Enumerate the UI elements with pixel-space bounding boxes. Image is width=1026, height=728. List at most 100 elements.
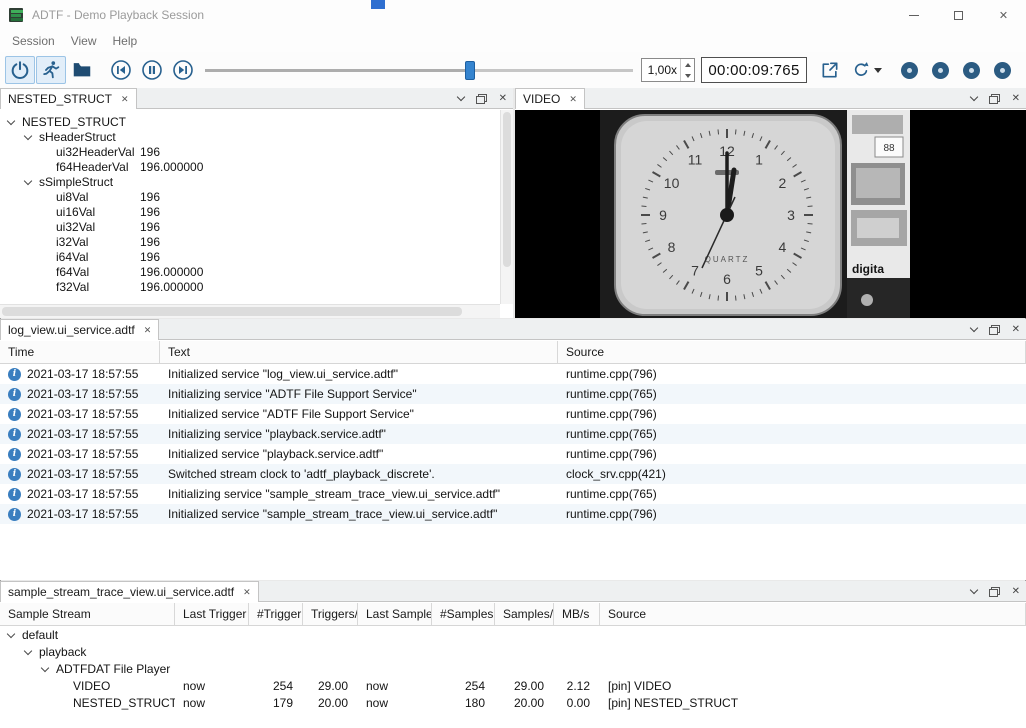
power-toggle-button[interactable]	[5, 56, 35, 84]
trace-column-header[interactable]: Last Trigger	[175, 603, 249, 625]
repeat-button[interactable]	[846, 56, 886, 84]
trace-column-header[interactable]: #Samples	[432, 603, 495, 625]
trace-cell: 29.00	[303, 677, 358, 694]
timeline-slider-fill	[205, 69, 470, 72]
log-row[interactable]: i2021-03-17 18:57:55Initializing service…	[0, 384, 1026, 404]
tab-close-icon[interactable]: ✕	[121, 95, 129, 104]
tree-item-i64Val[interactable]: i64Val196	[0, 249, 513, 264]
timeline-slider-handle[interactable]	[465, 61, 475, 80]
tree-item-i32Val[interactable]: i32Val196	[0, 234, 513, 249]
dock-menu-icon[interactable]	[969, 586, 977, 594]
tree-item-sHeaderStruct[interactable]: sHeaderStruct	[0, 129, 513, 144]
trace-row-NESTED_STRUCT[interactable]: NESTED_STRUCTnow17920.00now18020.000.00[…	[0, 694, 1026, 711]
round-button-2[interactable]	[932, 62, 949, 79]
speed-spinbox[interactable]: 1,00x	[641, 58, 695, 82]
tree-item-f32Val[interactable]: f32Val196.000000	[0, 279, 513, 294]
tree-item-f64Val[interactable]: f64Val196.000000	[0, 264, 513, 279]
tab-close-icon[interactable]: ✕	[144, 326, 152, 335]
video-frame: 123456789101112 QUARTZ 88 digita	[515, 110, 1026, 318]
dock-close-icon[interactable]: ✕	[1012, 325, 1020, 335]
expanded-chevron-icon[interactable]	[7, 116, 15, 124]
dock-close-icon[interactable]: ✕	[499, 94, 507, 104]
dock-float-icon[interactable]	[989, 325, 1000, 335]
log-row[interactable]: i2021-03-17 18:57:55Initialized service …	[0, 444, 1026, 464]
menu-view[interactable]: View	[63, 30, 105, 52]
speed-up-button[interactable]	[681, 59, 694, 70]
tree-item-ui32HeaderVal[interactable]: ui32HeaderVal196	[0, 144, 513, 159]
speed-value[interactable]: 1,00x	[642, 63, 680, 77]
skip-to-start-button[interactable]	[106, 56, 136, 84]
info-icon: i	[8, 428, 21, 441]
run-toggle-button[interactable]	[36, 56, 66, 84]
tab-nested-struct[interactable]: NESTED_STRUCT ✕	[0, 88, 137, 109]
pause-button[interactable]	[137, 56, 167, 84]
tree-item-NESTED_STRUCT[interactable]: NESTED_STRUCT	[0, 114, 513, 129]
dock-close-icon[interactable]: ✕	[1012, 587, 1020, 597]
trace-column-header[interactable]: MB/s	[554, 603, 600, 625]
round-button-3[interactable]	[963, 62, 980, 79]
log-row[interactable]: i2021-03-17 18:57:55Initializing service…	[0, 484, 1026, 504]
tree-item-ui8Val[interactable]: ui8Val196	[0, 189, 513, 204]
dock-float-icon[interactable]	[989, 94, 1000, 104]
trace-row-default[interactable]: default	[0, 626, 1026, 643]
dock-float-icon[interactable]	[476, 94, 487, 104]
trace-row-ADTFDAT File Player[interactable]: ADTFDAT File Player	[0, 660, 1026, 677]
skip-to-end-button[interactable]	[168, 56, 198, 84]
expanded-chevron-icon[interactable]	[41, 663, 49, 671]
log-column-header[interactable]: Text	[160, 341, 558, 363]
trace-cell	[175, 643, 249, 660]
expanded-chevron-icon[interactable]	[24, 176, 32, 184]
trace-column-header[interactable]: Last Sample	[358, 603, 432, 625]
dock-close-icon[interactable]: ✕	[1012, 94, 1020, 104]
menu-help[interactable]: Help	[105, 30, 146, 52]
vertical-scrollbar[interactable]	[500, 110, 513, 304]
repeat-dropdown-arrow[interactable]	[874, 68, 882, 73]
log-row[interactable]: i2021-03-17 18:57:55Switched stream cloc…	[0, 464, 1026, 484]
log-row[interactable]: i2021-03-17 18:57:55Initialized service …	[0, 364, 1026, 384]
trace-column-header[interactable]: Sample Stream	[0, 603, 175, 625]
minimize-button[interactable]	[891, 0, 936, 30]
trace-row-VIDEO[interactable]: VIDEOnow25429.00now25429.002.12[pin] VID…	[0, 677, 1026, 694]
round-button-1[interactable]	[901, 62, 918, 79]
tab-close-icon[interactable]: ✕	[569, 95, 577, 104]
round-button-4[interactable]	[994, 62, 1011, 79]
tab-close-icon[interactable]: ✕	[243, 588, 251, 597]
log-row[interactable]: i2021-03-17 18:57:55Initializing service…	[0, 424, 1026, 444]
tree-item-ui32Val[interactable]: ui32Val196	[0, 219, 513, 234]
trace-table: Sample StreamLast Trigger#TriggerTrigger…	[0, 603, 1026, 728]
log-row[interactable]: i2021-03-17 18:57:55Initialized service …	[0, 404, 1026, 424]
timeline-slider[interactable]	[205, 56, 633, 84]
trace-column-header[interactable]: Samples/s	[495, 603, 554, 625]
expanded-chevron-icon[interactable]	[7, 629, 15, 637]
dock-menu-icon[interactable]	[969, 324, 977, 332]
open-external-button[interactable]	[815, 56, 845, 84]
dock-menu-icon[interactable]	[456, 93, 464, 101]
log-row[interactable]: i2021-03-17 18:57:55Initialized service …	[0, 504, 1026, 524]
close-button[interactable]: ✕	[981, 0, 1026, 30]
expanded-chevron-icon[interactable]	[24, 131, 32, 139]
tree-item-label: ui32Val	[56, 220, 95, 234]
tab-stream-trace[interactable]: sample_stream_trace_view.ui_service.adtf…	[0, 581, 259, 602]
dock-float-icon[interactable]	[989, 587, 1000, 597]
log-source-cell: runtime.cpp(765)	[558, 384, 1026, 404]
trace-column-header[interactable]: Source	[600, 603, 1026, 625]
open-file-button[interactable]	[67, 56, 97, 84]
maximize-button[interactable]	[936, 0, 981, 30]
log-column-header[interactable]: Time	[0, 341, 160, 363]
tree-item-ui16Val[interactable]: ui16Val196	[0, 204, 513, 219]
horizontal-scrollbar[interactable]	[0, 304, 500, 318]
tab-video[interactable]: VIDEO ✕	[515, 88, 585, 109]
expanded-chevron-icon[interactable]	[24, 646, 32, 654]
log-column-header[interactable]: Source	[558, 341, 1026, 363]
menu-session[interactable]: Session	[4, 30, 63, 52]
dock-menu-icon[interactable]	[969, 93, 977, 101]
trace-column-header[interactable]: Triggers/s	[303, 603, 358, 625]
tree-item-f64HeaderVal[interactable]: f64HeaderVal196.000000	[0, 159, 513, 174]
trace-cell	[495, 643, 554, 660]
svg-text:6: 6	[723, 271, 731, 287]
trace-row-playback[interactable]: playback	[0, 643, 1026, 660]
trace-column-header[interactable]: #Trigger	[249, 603, 303, 625]
tab-log-view[interactable]: log_view.ui_service.adtf ✕	[0, 319, 159, 340]
tree-item-sSimpleStruct[interactable]: sSimpleStruct	[0, 174, 513, 189]
speed-down-button[interactable]	[681, 70, 694, 81]
